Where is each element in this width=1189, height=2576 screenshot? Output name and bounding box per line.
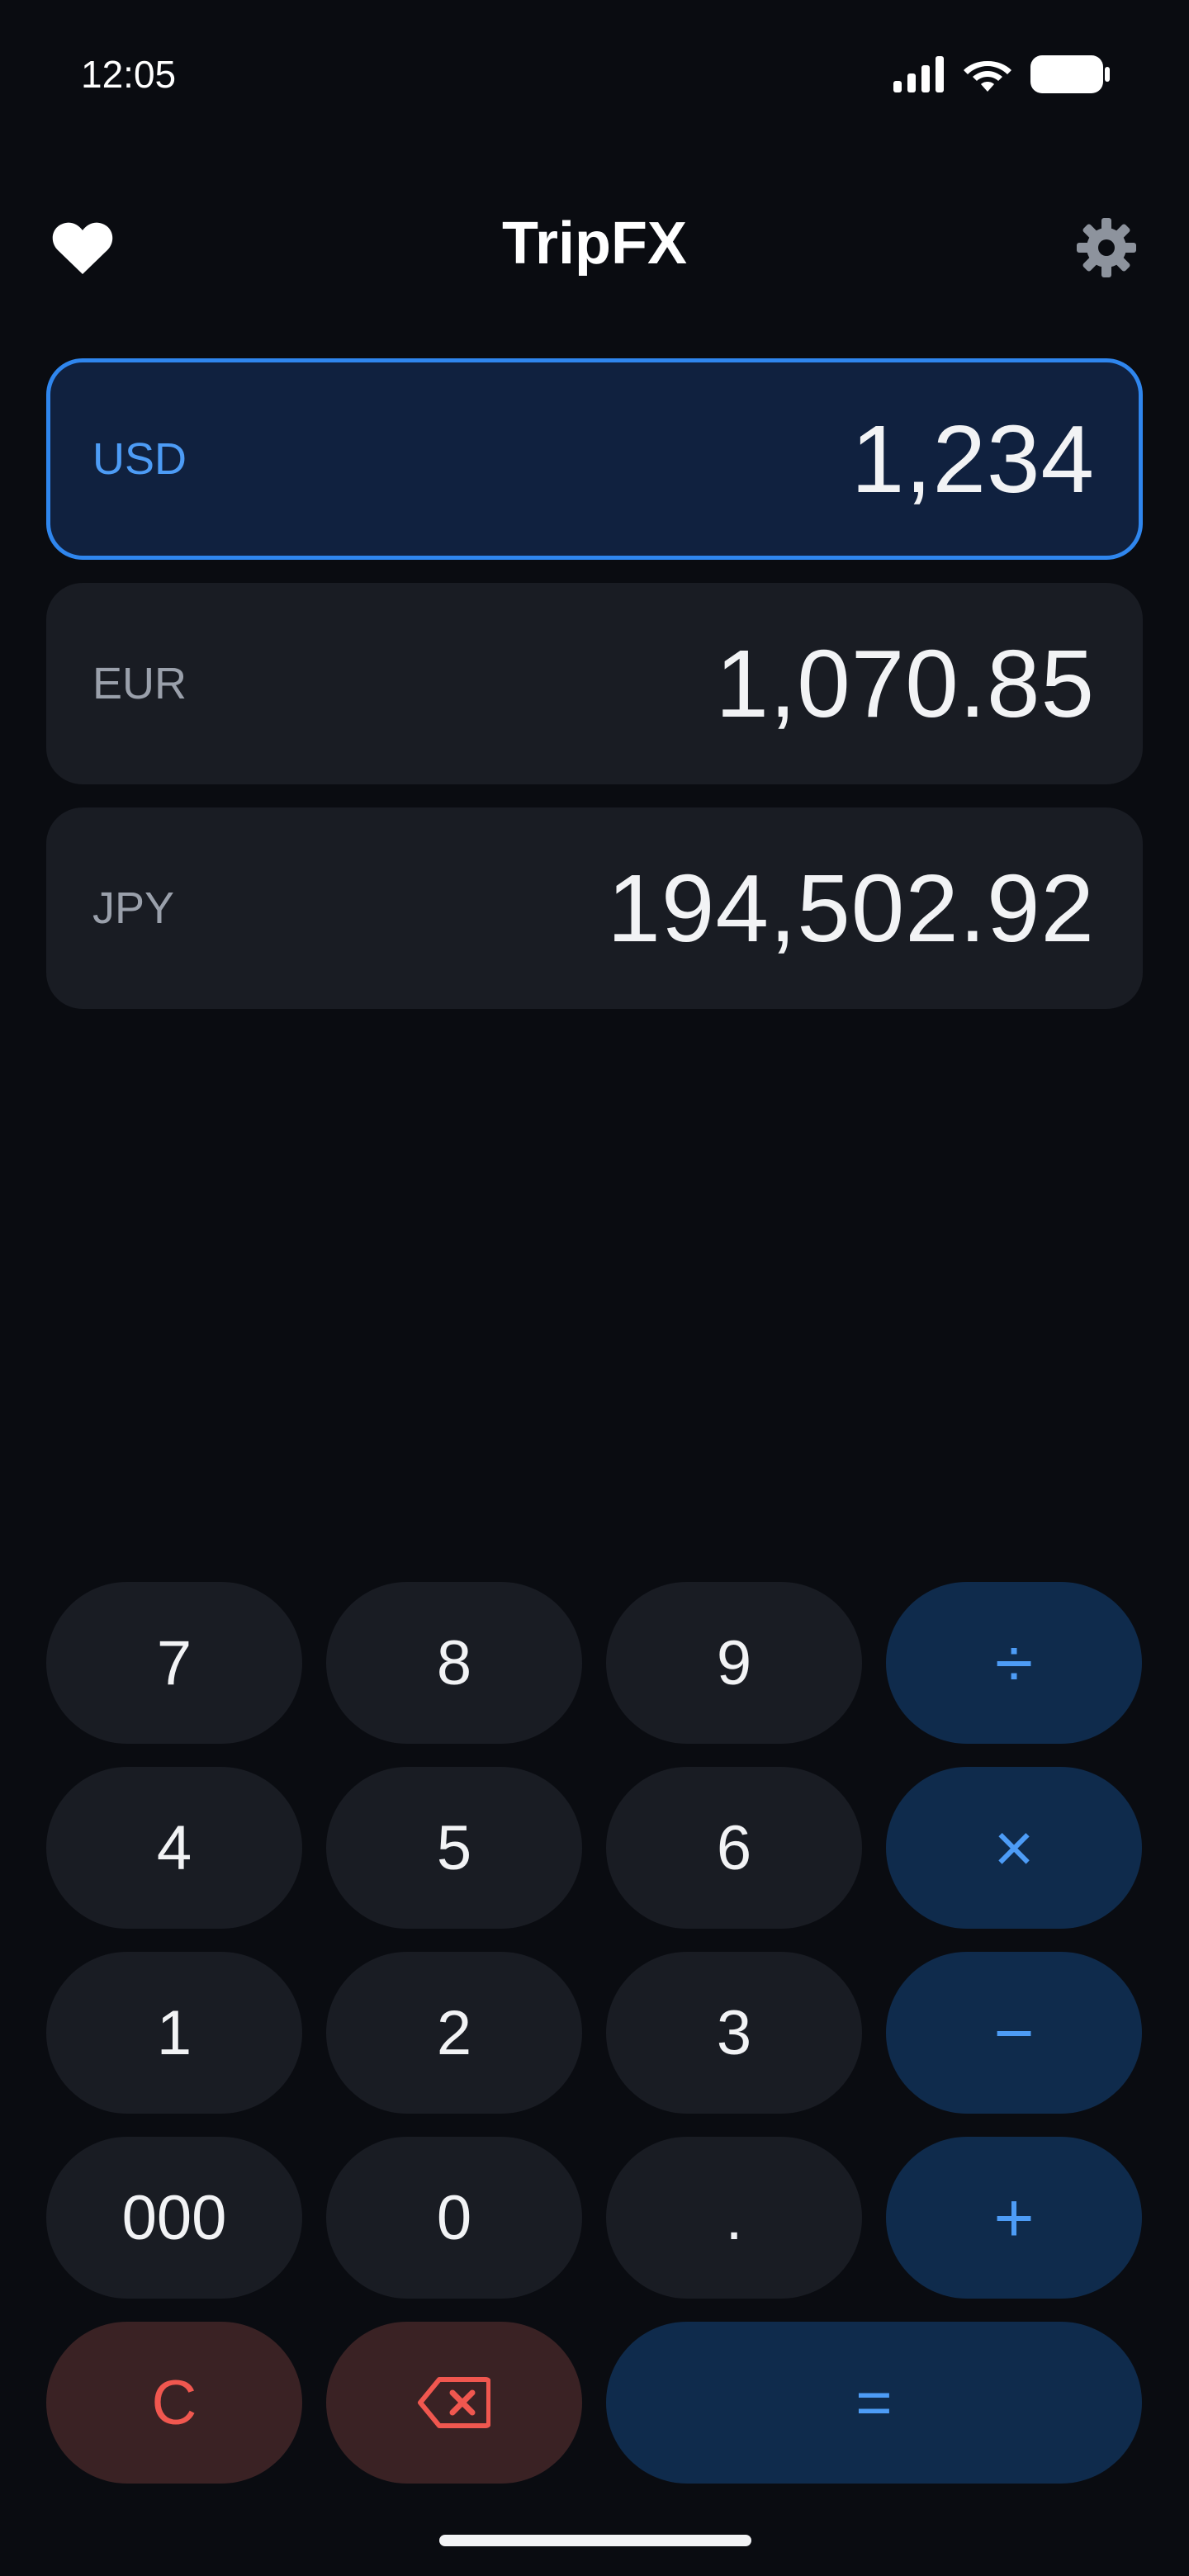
key-2[interactable]: 2	[326, 1952, 582, 2114]
key-1[interactable]: 1	[46, 1952, 302, 2114]
key-minus[interactable]: −	[886, 1952, 1142, 2114]
home-indicator[interactable]	[439, 2535, 751, 2546]
app-title: TripFX	[501, 211, 687, 277]
key-plus[interactable]: +	[886, 2137, 1142, 2299]
key-7[interactable]: 7	[46, 1582, 302, 1744]
app-header: TripFX	[0, 190, 1189, 297]
signal-icon	[893, 56, 944, 92]
key-8[interactable]: 8	[326, 1582, 582, 1744]
key-0[interactable]: 0	[326, 2137, 582, 2299]
status-time: 12:05	[81, 53, 177, 96]
key-clear[interactable]: C	[46, 2322, 302, 2484]
key-4[interactable]: 4	[46, 1767, 302, 1929]
currency-list: USD 1,234 EUR 1,070.85 JPY 194,502.92	[46, 358, 1143, 1032]
key-multiply[interactable]: ×	[886, 1767, 1142, 1929]
status-icons	[893, 53, 1110, 96]
status-bar: 12:05	[0, 0, 1189, 149]
key-divide[interactable]: ÷	[886, 1582, 1142, 1744]
currency-value: 1,234	[850, 405, 1095, 513]
key-equals[interactable]: =	[606, 2322, 1142, 2484]
key-backspace[interactable]	[326, 2322, 582, 2484]
settings-button[interactable]	[1067, 208, 1146, 287]
keypad: 7 8 9 ÷ 4 5 6 × 1 2 3 − 000 0 . + C =	[46, 1582, 1143, 2484]
key-000[interactable]: 000	[46, 2137, 302, 2299]
battery-icon	[1030, 55, 1110, 93]
key-3[interactable]: 3	[606, 1952, 862, 2114]
currency-code: EUR	[92, 659, 187, 708]
currency-row-eur[interactable]: EUR 1,070.85	[46, 583, 1143, 784]
currency-value: 1,070.85	[715, 630, 1095, 737]
key-decimal[interactable]: .	[606, 2137, 862, 2299]
backspace-icon	[418, 2377, 490, 2428]
currency-row-usd[interactable]: USD 1,234	[46, 358, 1143, 560]
currency-value: 194,502.92	[607, 855, 1095, 962]
key-6[interactable]: 6	[606, 1767, 862, 1929]
key-9[interactable]: 9	[606, 1582, 862, 1744]
wifi-icon	[964, 61, 1011, 92]
currency-code: JPY	[92, 883, 175, 933]
currency-code: USD	[92, 434, 187, 484]
key-5[interactable]: 5	[326, 1767, 582, 1929]
gear-icon	[1077, 218, 1136, 277]
currency-row-jpy[interactable]: JPY 194,502.92	[46, 807, 1143, 1009]
